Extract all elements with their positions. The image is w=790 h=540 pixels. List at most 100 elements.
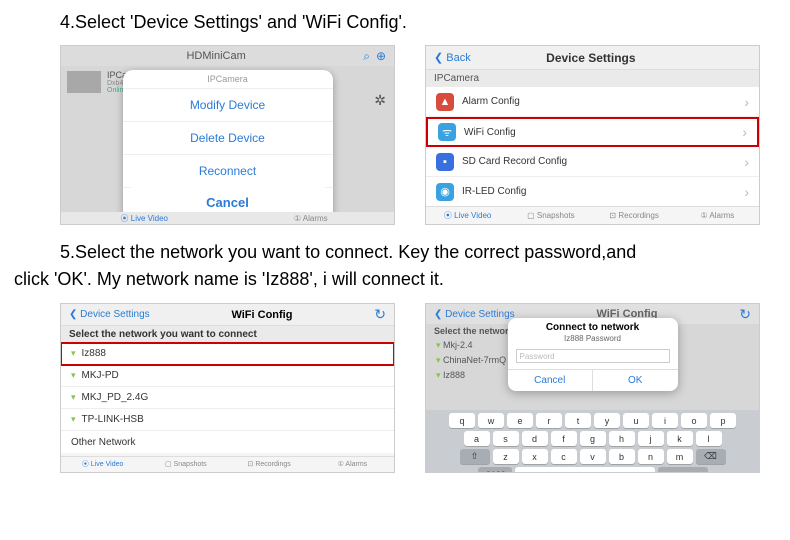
tab-snapshots[interactable]: ▢ Snapshots	[144, 457, 227, 472]
tab-live-video[interactable]: ⦿ Live Video	[61, 212, 228, 225]
tab-snapshots[interactable]: ▢ Snapshots	[509, 207, 592, 224]
signal-icon: ▾	[71, 348, 76, 359]
network-name: Other Network	[71, 437, 135, 448]
keyboard-key[interactable]: ⌫	[696, 449, 726, 464]
network-row[interactable]: ▾ TP-LINK-HSB	[61, 409, 394, 431]
dialog-title: Connect to network	[508, 318, 678, 334]
step-5-text-b: click 'OK'. My network name is 'Iz888', …	[14, 266, 780, 293]
keyboard-key[interactable]: u	[623, 413, 649, 428]
keyboard-key[interactable]: o	[681, 413, 707, 428]
tab-recordings[interactable]: ⊡ Recordings	[228, 457, 311, 472]
row-label: IR-LED Config	[462, 186, 526, 197]
keyboard-key[interactable]: m	[667, 449, 693, 464]
step-5-text-a: 5.Select the network you want to connect…	[60, 239, 780, 266]
screenshot-password-dialog: ❮ Device Settings WiFi Config ↻ Select t…	[425, 303, 760, 473]
keyboard-key[interactable]: q	[449, 413, 475, 428]
section-label: IPCamera	[426, 70, 759, 87]
network-row[interactable]: ▾ MKJ-PD	[61, 365, 394, 387]
keyboard-key[interactable]: s	[493, 431, 519, 446]
connect-dialog: Connect to network Iz888 Password Passwo…	[508, 318, 678, 391]
alarm-config-row[interactable]: ▲ Alarm Config ›	[426, 87, 759, 117]
instruction-label: Select the network you want to connect	[61, 326, 394, 343]
keyboard-key[interactable]: return	[658, 467, 708, 473]
dialog-subtitle: Iz888 Password	[508, 334, 678, 347]
wifi-icon: ᯤ	[438, 123, 456, 141]
modify-device-option[interactable]: Modify Device	[123, 89, 333, 122]
tab-recordings[interactable]: ⊡ Recordings	[593, 207, 676, 224]
screenshot-wifi-list: ❮ Device Settings WiFi Config ↻ Select t…	[60, 303, 395, 473]
sd-config-row[interactable]: ▪ SD Card Record Config ›	[426, 147, 759, 177]
device-thumbnail	[67, 71, 101, 93]
signal-icon: ▾	[71, 392, 76, 403]
alarm-icon: ▲	[436, 93, 454, 111]
led-icon: ◉	[436, 183, 454, 201]
keyboard-key[interactable]: space	[515, 467, 655, 473]
refresh-icon[interactable]: ↻	[374, 306, 386, 323]
keyboard-key[interactable]: z	[493, 449, 519, 464]
gear-icon[interactable]: ✲	[374, 92, 386, 109]
screenshot-action-sheet: HDMiniCam ⌕ ⊕ IPCam Dxb4db Online ✲	[60, 45, 395, 225]
keyboard-key[interactable]: i	[652, 413, 678, 428]
keyboard-key[interactable]: h	[609, 431, 635, 446]
page-title: Device Settings	[471, 51, 711, 65]
keyboard-key[interactable]: n	[638, 449, 664, 464]
refresh-icon[interactable]: ↻	[739, 306, 751, 323]
chevron-right-icon: ›	[744, 154, 749, 170]
search-icon[interactable]: ⌕	[363, 49, 370, 64]
delete-device-option[interactable]: Delete Device	[123, 122, 333, 155]
keyboard-key[interactable]: c	[551, 449, 577, 464]
keyboard-key[interactable]: k	[667, 431, 693, 446]
irled-config-row[interactable]: ◉ IR-LED Config ›	[426, 177, 759, 207]
row-label: WiFi Config	[464, 127, 516, 138]
dialog-ok-button[interactable]: OK	[593, 370, 678, 391]
row-label: SD Card Record Config	[462, 156, 567, 167]
keyboard-key[interactable]: j	[638, 431, 664, 446]
keyboard-key[interactable]: g	[580, 431, 606, 446]
sd-icon: ▪	[436, 153, 454, 171]
dialog-cancel-button[interactable]: Cancel	[508, 370, 594, 391]
row-label: Alarm Config	[462, 96, 520, 107]
keyboard-key[interactable]: l	[696, 431, 722, 446]
keyboard-key[interactable]: d	[522, 431, 548, 446]
back-button[interactable]: ❮ Device Settings	[434, 309, 515, 320]
back-button[interactable]: ❮ Back	[434, 51, 471, 64]
signal-icon: ▾	[71, 370, 76, 381]
keyboard-key[interactable]: p	[710, 413, 736, 428]
tab-live-video[interactable]: ⦿ Live Video	[61, 457, 144, 472]
tab-alarms[interactable]: ① Alarms	[311, 457, 394, 472]
keyboard-key[interactable]: x	[522, 449, 548, 464]
chevron-right-icon: ›	[744, 184, 749, 200]
network-name: MKJ-PD	[82, 370, 119, 381]
keyboard-key[interactable]: v	[580, 449, 606, 464]
keyboard-key[interactable]: e	[507, 413, 533, 428]
reconnect-option[interactable]: Reconnect	[123, 155, 333, 188]
back-button[interactable]: ❮ Device Settings	[69, 309, 150, 320]
keyboard-key[interactable]: y	[594, 413, 620, 428]
tab-alarms[interactable]: ① Alarms	[228, 212, 395, 225]
wifi-config-row[interactable]: ᯤ WiFi Config ›	[426, 117, 759, 147]
keyboard-key[interactable]: .?123	[478, 467, 512, 473]
keyboard-key[interactable]: f	[551, 431, 577, 446]
keyboard-key[interactable]: t	[565, 413, 591, 428]
keyboard-key[interactable]: b	[609, 449, 635, 464]
keyboard-key[interactable]: ⇧	[460, 449, 490, 464]
password-input[interactable]: Password	[516, 349, 670, 363]
network-name: Iz888	[82, 348, 106, 359]
network-row-iz888[interactable]: ▾ Iz888	[61, 343, 394, 365]
tab-alarms[interactable]: ① Alarms	[676, 207, 759, 224]
chevron-right-icon: ›	[742, 124, 747, 140]
tab-live-video[interactable]: ⦿ Live Video	[426, 207, 509, 224]
keyboard-key[interactable]: w	[478, 413, 504, 428]
chevron-right-icon: ›	[744, 94, 749, 110]
add-icon[interactable]: ⊕	[376, 49, 386, 64]
keyboard-key[interactable]: a	[464, 431, 490, 446]
sheet-header: IPCamera	[123, 70, 333, 89]
step-4-text: 4.Select 'Device Settings' and 'WiFi Con…	[60, 10, 780, 35]
network-row[interactable]: ▾ MKJ_PD_2.4G	[61, 387, 394, 409]
app-title: HDMiniCam	[69, 50, 363, 62]
network-name: MKJ_PD_2.4G	[82, 392, 149, 403]
keyboard: qwertyuiop asdfghjkl ⇧zxcvbnm⌫ .?123spac…	[426, 410, 759, 472]
network-row[interactable]: Other Network	[61, 431, 394, 453]
keyboard-key[interactable]: r	[536, 413, 562, 428]
network-name: TP-LINK-HSB	[82, 414, 144, 425]
